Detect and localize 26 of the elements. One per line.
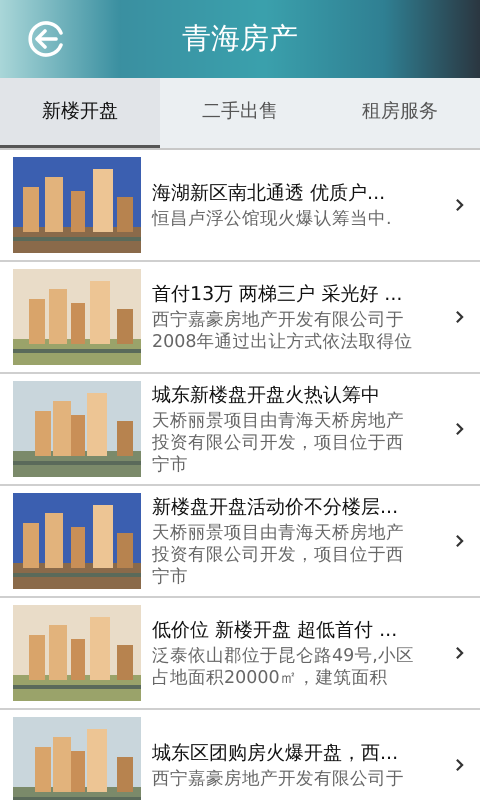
listing-item[interactable]: 城东新楼盘开盘火热认筹中 天桥丽景项目由青海天桥房地产投资有限公司开发，项目位于西宁市 <box>0 374 480 486</box>
listing-item[interactable]: 新楼盘开盘活动价不分楼层... 天桥丽景项目由青海天桥房地产投资有限公司开发，项目位于西宁市 <box>0 486 480 598</box>
tab[interactable]: 新楼开盘 <box>0 78 160 148</box>
page-title: 青海房产 <box>182 20 298 58</box>
listing-item[interactable]: 海湖新区南北通透 优质户... 恒昌卢浮公馆现火爆认筹当中. <box>0 150 480 262</box>
listing-item[interactable]: 低价位 新楼开盘 超低首付 ... 泛泰依山郡位于昆仑路49号,小区占地面积20000㎡，建筑面积 <box>0 598 480 710</box>
listing-title: 首付13万 两梯三户 采光好 ... <box>152 282 404 307</box>
listing-description: 泛泰依山郡位于昆仑路49号,小区占地面积20000㎡，建筑面积 <box>152 645 415 689</box>
listing-description: 西宁嘉豪房地产开发有限公司于 <box>152 768 405 790</box>
listing-description: 天桥丽景项目由青海天桥房地产投资有限公司开发，项目位于西宁市 <box>152 522 405 588</box>
listing-title: 海湖新区南北通透 优质户... <box>152 181 386 206</box>
chevron-right-icon <box>455 422 464 436</box>
listing-title: 新楼盘开盘活动价不分楼层... <box>152 495 400 520</box>
listing-title: 城东区团购房火爆开盘，西... <box>152 741 400 766</box>
listing-item[interactable]: 首付13万 两梯三户 采光好 ... 西宁嘉豪房地产开发有限公司于2008年通过出让方式依法取得位 <box>0 262 480 374</box>
listing-description: 恒昌卢浮公馆现火爆认筹当中. <box>152 208 393 230</box>
chevron-right-icon <box>455 646 464 660</box>
chevron-right-icon <box>455 310 464 324</box>
listing-title: 低价位 新楼开盘 超低首付 ... <box>152 618 398 643</box>
chevron-right-icon <box>455 534 464 548</box>
listing-description: 西宁嘉豪房地产开发有限公司于2008年通过出让方式依法取得位 <box>152 309 414 353</box>
listing-description: 天桥丽景项目由青海天桥房地产投资有限公司开发，项目位于西宁市 <box>152 410 405 476</box>
listing-item[interactable]: 城东区团购房火爆开盘，西... 西宁嘉豪房地产开发有限公司于 <box>0 710 480 800</box>
chevron-right-icon <box>455 758 464 772</box>
listing-title: 城东新楼盘开盘火热认筹中 <box>152 383 381 408</box>
chevron-right-icon <box>455 198 464 212</box>
